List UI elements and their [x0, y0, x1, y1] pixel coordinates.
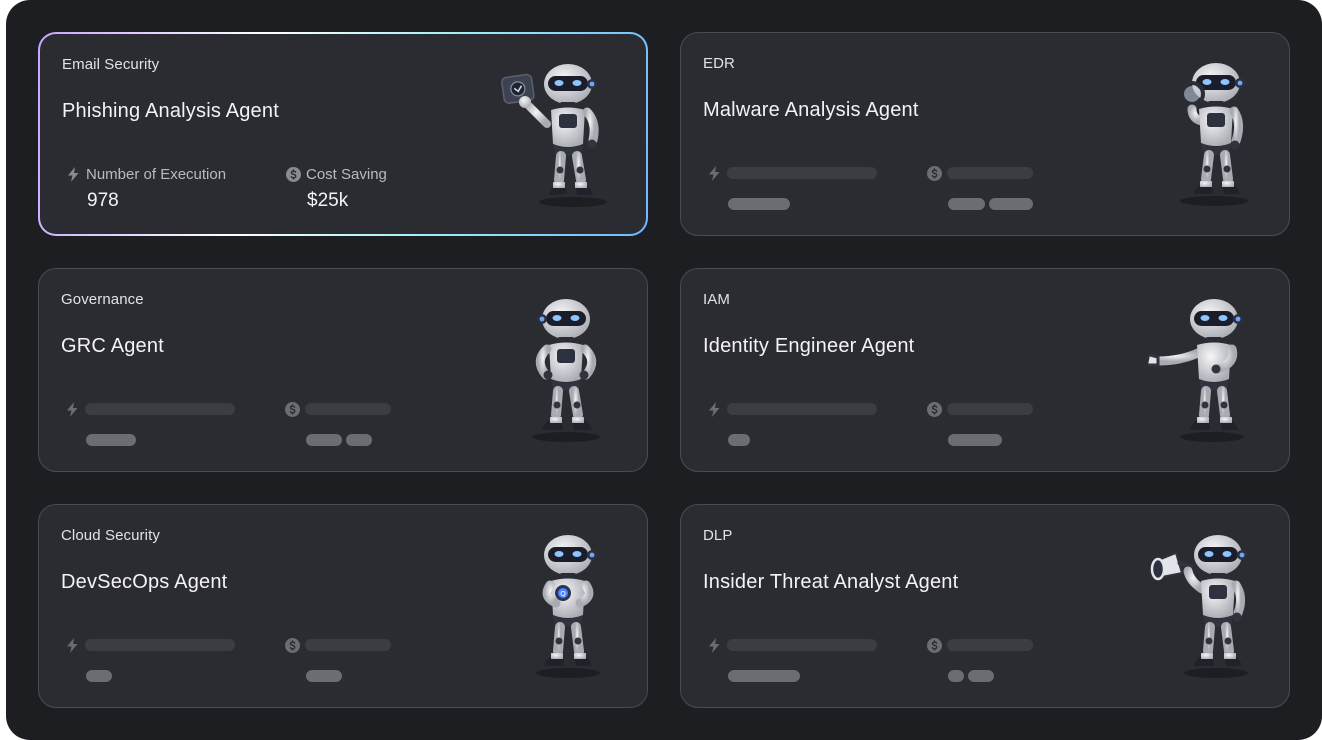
execution-stat-skeleton: [65, 399, 235, 446]
cost-saving-stat-skeleton: [927, 399, 1033, 446]
execution-stat-skeleton: [707, 399, 877, 446]
card-category: EDR: [703, 55, 735, 72]
execution-value: 978: [87, 190, 119, 211]
execution-stat: Number of Execution 978: [66, 164, 226, 212]
dollar-coin-icon: [285, 637, 300, 653]
lightning-icon: [707, 637, 722, 653]
lightning-icon: [65, 401, 80, 417]
robot-shield-illustration: [495, 62, 635, 212]
agent-card-insider-threat[interactable]: DLP Insider Threat Analyst Agent: [680, 504, 1290, 708]
card-title: Identity Engineer Agent: [703, 335, 915, 357]
skeleton-value: [948, 198, 985, 210]
agent-card-identity[interactable]: IAM Identity Engineer Agent: [680, 268, 1290, 472]
cost-saving-stat-skeleton: [285, 635, 391, 682]
cost-saving-stat-skeleton: [927, 163, 1033, 210]
card-category: Email Security: [62, 56, 160, 73]
lightning-icon: [66, 166, 81, 182]
skeleton-label: [947, 403, 1033, 415]
skeleton-label: [305, 403, 391, 415]
agent-card-devsecops[interactable]: Cloud Security DevSecOps Agent Q: [38, 504, 648, 708]
skeleton-value: [728, 198, 790, 210]
cost-saving-stat-skeleton: [927, 635, 1033, 682]
card-title: GRC Agent: [61, 335, 164, 357]
robot-megaphone-illustration: [1136, 533, 1276, 683]
cost-saving-value: $25k: [307, 190, 349, 211]
agent-card-grc[interactable]: Governance GRC Agent: [38, 268, 648, 472]
skeleton-label: [947, 167, 1033, 179]
robot-hands-on-hips-illustration: [494, 297, 634, 447]
cost-saving-label: Cost Saving: [306, 165, 387, 183]
lightning-icon: [707, 165, 722, 181]
dollar-coin-icon: [927, 165, 942, 181]
skeleton-value: [948, 670, 964, 682]
agent-card-malware[interactable]: EDR Malware Analysis Agent: [680, 32, 1290, 236]
card-title: Malware Analysis Agent: [703, 99, 919, 121]
execution-stat-skeleton: [707, 635, 877, 682]
execution-stat-skeleton: [65, 635, 235, 682]
skeleton-value: [728, 670, 800, 682]
cost-saving-stat: Cost Saving $25k: [286, 164, 387, 212]
skeleton-value: [728, 434, 750, 446]
robot-badge-illustration: Q: [494, 533, 634, 683]
dollar-coin-icon: [285, 401, 300, 417]
skeleton-value: [306, 670, 342, 682]
svg-text:Q: Q: [560, 590, 566, 598]
card-category: IAM: [703, 291, 730, 308]
card-category: DLP: [703, 527, 733, 544]
skeleton-value: [86, 670, 112, 682]
skeleton-label: [947, 639, 1033, 651]
card-category: Governance: [61, 291, 144, 308]
skeleton-value: [948, 434, 1002, 446]
skeleton-value: [346, 434, 372, 446]
skeleton-label: [85, 403, 235, 415]
card-title: Insider Threat Analyst Agent: [703, 571, 959, 593]
dollar-coin-icon: [927, 637, 942, 653]
skeleton-value: [989, 198, 1033, 210]
card-title: DevSecOps Agent: [61, 571, 228, 593]
skeleton-label: [727, 167, 877, 179]
skeleton-value: [86, 434, 136, 446]
cost-saving-stat-skeleton: [285, 399, 391, 446]
agent-card-phishing[interactable]: Email Security Phishing Analysis Agent N…: [38, 32, 648, 236]
robot-magnifier-illustration: [1136, 61, 1276, 211]
lightning-icon: [707, 401, 722, 417]
card-category: Cloud Security: [61, 527, 160, 544]
skeleton-label: [727, 403, 877, 415]
skeleton-label: [305, 639, 391, 651]
lightning-icon: [65, 637, 80, 653]
execution-stat-skeleton: [707, 163, 877, 210]
robot-presenting-illustration: [1136, 297, 1276, 447]
execution-label: Number of Execution: [86, 165, 227, 183]
dollar-coin-icon: [286, 166, 301, 182]
agents-grid: Email Security Phishing Analysis Agent N…: [6, 0, 1322, 740]
skeleton-label: [85, 639, 235, 651]
skeleton-label: [727, 639, 877, 651]
skeleton-value: [968, 670, 994, 682]
card-title: Phishing Analysis Agent: [62, 100, 279, 122]
dollar-coin-icon: [927, 401, 942, 417]
skeleton-value: [306, 434, 342, 446]
